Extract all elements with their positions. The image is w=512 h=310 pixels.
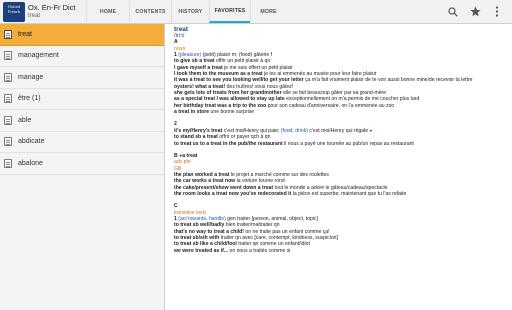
tab-favorites[interactable]: FAVORITES (209, 0, 250, 23)
example-list: to treat sb well/badly bien traiter/malt… (174, 222, 512, 254)
list-item[interactable]: être (1) (0, 89, 164, 110)
list-item-label: treat (18, 30, 33, 38)
list-item-label: management (18, 52, 59, 60)
document-icon (4, 137, 12, 147)
dictionary-entry[interactable]: treat /tri:t/ A noun 1 (pleasure) (petit… (166, 24, 512, 310)
search-button[interactable] (442, 0, 464, 24)
favorites-list: treat management manage être (1) able ab… (0, 24, 165, 310)
tab-contents[interactable]: CONTENTS (129, 0, 171, 23)
document-icon (4, 115, 12, 125)
tab-home[interactable]: HOME (86, 0, 129, 23)
app-title: Ox. En-Fr Dict (28, 3, 76, 12)
example-list: to stand sb a treat offrir or payer qch … (174, 134, 512, 147)
tab-more[interactable]: MORE (250, 0, 286, 23)
tab-bar: HOME CONTENTS HISTORY FAVORITES MORE (86, 0, 286, 23)
example-list: to give sb a treat offrir un petit plais… (174, 58, 512, 115)
list-item-label: être (1) (18, 95, 41, 103)
list-item-label: abalone (18, 159, 43, 167)
list-item[interactable]: treat (0, 24, 164, 46)
star-icon (469, 6, 481, 17)
document-icon (4, 94, 12, 104)
search-icon (448, 6, 458, 17)
list-item-label: manage (18, 73, 44, 81)
list-item[interactable]: management (0, 46, 164, 67)
toolbar-actions (442, 0, 512, 23)
app-subtitle: treat (28, 13, 41, 19)
app-logo[interactable]: Oxford French (0, 0, 28, 24)
document-icon (4, 72, 12, 82)
oxford-logo-icon: Oxford French (3, 2, 25, 22)
example-line: we were treated as if... on nous a trait… (174, 247, 291, 254)
document-icon (4, 51, 12, 61)
list-item-label: able (18, 116, 32, 124)
app-title-block: Ox. En-Fr Dict treat (28, 0, 86, 23)
list-item[interactable]: able (0, 110, 164, 132)
list-item-label: abdicate (18, 138, 45, 146)
list-item[interactable]: abdicate (0, 132, 164, 153)
document-icon (4, 29, 12, 39)
overflow-menu-button[interactable] (486, 0, 508, 24)
document-icon (4, 158, 12, 168)
tab-history[interactable]: HISTORY (171, 0, 209, 23)
list-item[interactable]: manage (0, 67, 164, 89)
example-list: the plan worked a treat le projet a marc… (174, 172, 512, 197)
top-bar: Oxford French Ox. En-Fr Dict treat HOME C… (0, 0, 512, 24)
favorite-button[interactable] (464, 0, 486, 24)
entry-headword: treat (174, 26, 189, 33)
list-item[interactable]: abalone (0, 153, 164, 175)
more-vert-icon (495, 6, 499, 17)
